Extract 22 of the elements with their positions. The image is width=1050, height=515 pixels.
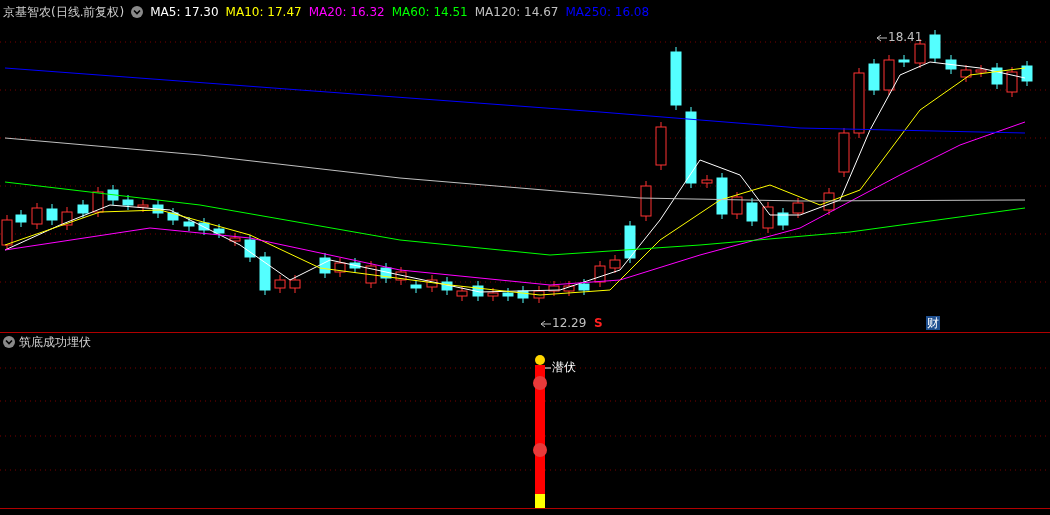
- stock-title: 京基智农(日线.前复权): [3, 3, 125, 21]
- dropdown-icon[interactable]: [131, 6, 144, 18]
- ma-value: MA10: 17.47: [225, 5, 302, 19]
- signal-bar-base: [535, 494, 545, 508]
- ma-value: MA60: 14.51: [391, 5, 468, 19]
- arrow-icon: [540, 319, 551, 329]
- signal-label: 潜伏: [552, 359, 576, 376]
- dropdown-icon[interactable]: [3, 336, 15, 348]
- ma-value: MA20: 16.32: [308, 5, 385, 19]
- price-label: 12.29: [552, 316, 587, 330]
- signal-dot: [535, 355, 545, 365]
- ma-value: MA120: 14.67: [474, 5, 559, 19]
- indicator-title: 筑底成功埋伏: [19, 333, 91, 351]
- leader-line: [544, 367, 552, 369]
- arrow-icon: [876, 33, 887, 43]
- ball-icon: [533, 376, 547, 390]
- price-label: 18.41: [888, 30, 923, 44]
- sell-signal-label: S: [594, 316, 603, 330]
- ma-value: MA250: 16.08: [565, 5, 650, 19]
- ball-icon: [533, 443, 547, 457]
- finance-badge: 财: [926, 316, 940, 330]
- ma-value: MA5: 17.30: [150, 5, 219, 19]
